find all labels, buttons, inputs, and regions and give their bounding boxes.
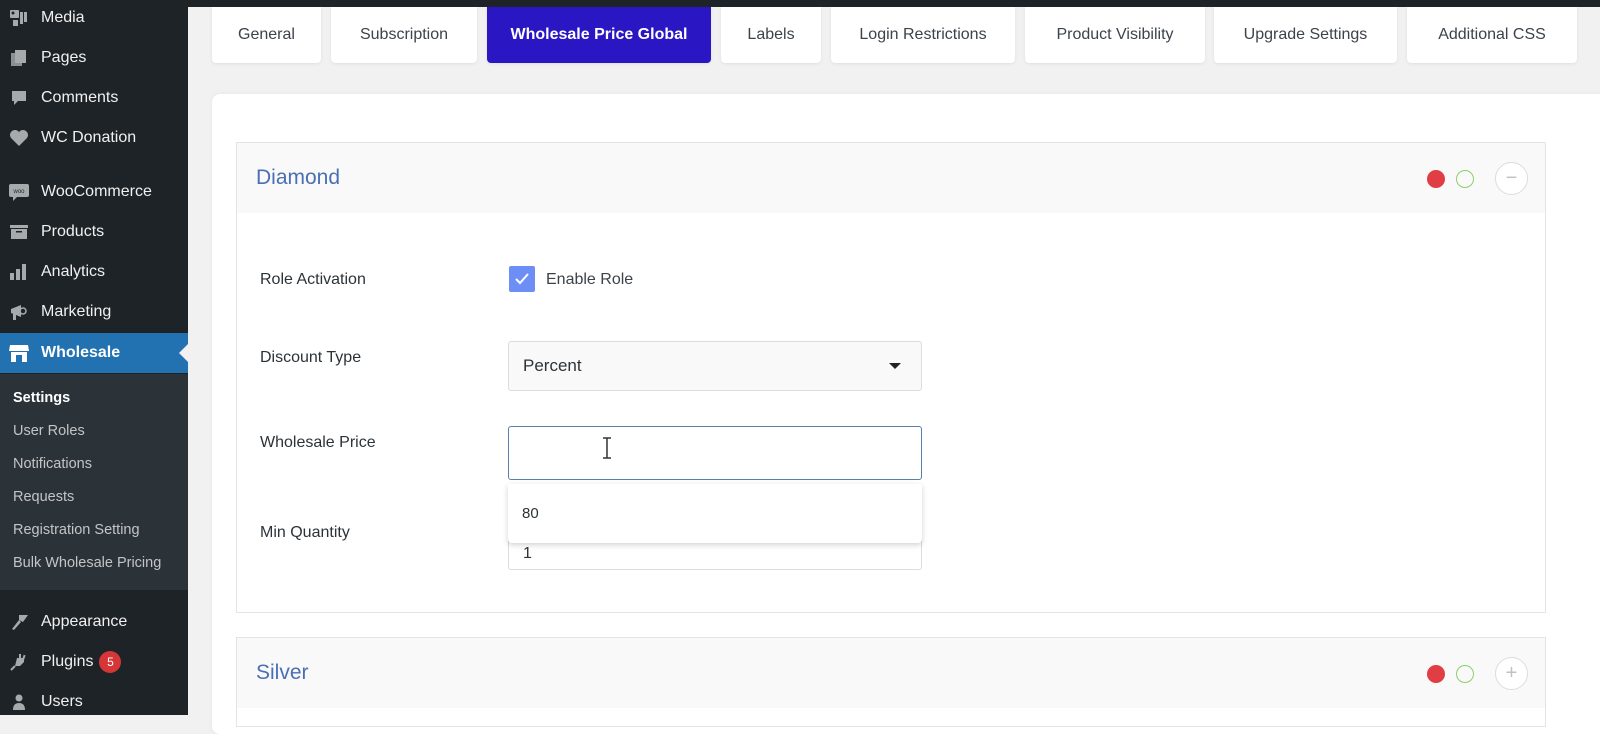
- update-count-badge: 5: [99, 651, 122, 673]
- tab-product-visibility[interactable]: Product Visibility: [1025, 7, 1205, 63]
- wholesale-submenu: Settings User Roles Notifications Reques…: [0, 374, 188, 590]
- submenu-item-bulk-wholesale-pricing[interactable]: Bulk Wholesale Pricing: [13, 555, 161, 571]
- enable-role-label[interactable]: Enable Role: [546, 271, 633, 289]
- plugin-icon: [8, 652, 30, 672]
- sidebar-item-label: Comments: [41, 89, 119, 106]
- media-icon: [8, 8, 30, 28]
- paintbrush-icon: [8, 612, 30, 632]
- sidebar-item-wholesale[interactable]: Wholesale: [0, 333, 188, 373]
- analytics-icon: [8, 262, 30, 282]
- submenu-item-user-roles[interactable]: User Roles: [13, 423, 85, 439]
- status-dot-green[interactable]: [1456, 665, 1474, 683]
- role-title: Silver: [256, 661, 309, 684]
- wholesale-price-input[interactable]: [508, 426, 922, 480]
- tab-labels[interactable]: Labels: [721, 7, 821, 63]
- discount-type-label: Discount Type: [260, 349, 362, 366]
- autocomplete-option[interactable]: 80: [522, 505, 539, 522]
- tab-wholesale-price-global[interactable]: Wholesale Price Global: [487, 7, 711, 63]
- sidebar-item-label: WC Donation: [41, 129, 137, 146]
- submenu-item-registration-setting[interactable]: Registration Setting: [13, 522, 140, 538]
- products-icon: [8, 222, 30, 242]
- sidebar-item-appearance[interactable]: Appearance: [0, 602, 188, 642]
- checkmark-icon: [515, 273, 529, 285]
- admin-sidebar: Media Pages Comments WC Donation woo Woo…: [0, 0, 188, 715]
- wholesale-price-label: Wholesale Price: [260, 434, 376, 451]
- role-header[interactable]: Diamond −: [237, 143, 1545, 213]
- sidebar-item-label: Products: [41, 223, 105, 240]
- collapse-button[interactable]: −: [1495, 162, 1528, 195]
- text-cursor-icon: [603, 437, 611, 459]
- sidebar-item-users[interactable]: Users: [0, 682, 188, 722]
- store-icon: [8, 343, 30, 363]
- submenu-item-settings[interactable]: Settings: [13, 390, 70, 406]
- tab-login-restrictions[interactable]: Login Restrictions: [831, 7, 1015, 63]
- sidebar-item-label: WooCommerce: [41, 183, 152, 200]
- sidebar-item-label: Appearance: [41, 613, 128, 630]
- sidebar-item-label: Marketing: [41, 303, 112, 320]
- role-header[interactable]: Silver +: [237, 638, 1545, 708]
- admin-top-bar: [0, 0, 1600, 7]
- sidebar-item-plugins[interactable]: Plugins 5: [0, 642, 188, 682]
- submenu-item-notifications[interactable]: Notifications: [13, 456, 92, 472]
- sidebar-item-marketing[interactable]: Marketing: [0, 292, 188, 332]
- submenu-item-requests[interactable]: Requests: [13, 489, 74, 505]
- user-icon: [8, 692, 30, 712]
- sidebar-item-wc-donation[interactable]: WC Donation: [0, 118, 188, 158]
- enable-role-checkbox[interactable]: [509, 266, 535, 292]
- sidebar-item-label: Wholesale: [41, 344, 121, 361]
- megaphone-icon: [8, 302, 30, 322]
- tab-additional-css[interactable]: Additional CSS: [1407, 7, 1577, 63]
- sidebar-item-analytics[interactable]: Analytics: [0, 252, 188, 292]
- sidebar-item-label: Plugins: [41, 653, 94, 670]
- sidebar-item-products[interactable]: Products: [0, 212, 188, 252]
- sidebar-item-label: Users: [41, 693, 83, 710]
- sidebar-item-label: Pages: [41, 49, 87, 66]
- active-indicator: [179, 344, 188, 362]
- sidebar-item-comments[interactable]: Comments: [0, 78, 188, 118]
- chevron-down-icon: [889, 363, 901, 369]
- woocommerce-icon: woo: [8, 182, 30, 202]
- expand-button[interactable]: +: [1495, 657, 1528, 690]
- sidebar-item-label: Analytics: [41, 263, 106, 280]
- tab-upgrade-settings[interactable]: Upgrade Settings: [1214, 7, 1397, 63]
- pages-icon: [8, 48, 30, 68]
- tab-subscription[interactable]: Subscription: [331, 7, 477, 63]
- status-dot-green[interactable]: [1456, 170, 1474, 188]
- heart-icon: [8, 128, 30, 148]
- discount-type-select[interactable]: Percent: [508, 341, 922, 391]
- role-panel-silver: Silver +: [236, 637, 1546, 727]
- svg-text:woo: woo: [12, 189, 25, 195]
- comments-icon: [8, 88, 30, 108]
- discount-type-value: Percent: [523, 356, 582, 375]
- status-dot-red[interactable]: [1427, 170, 1445, 188]
- sidebar-item-woocommerce[interactable]: woo WooCommerce: [0, 172, 188, 212]
- sidebar-item-pages[interactable]: Pages: [0, 38, 188, 78]
- autocomplete-dropdown: 80: [508, 484, 922, 543]
- tab-general[interactable]: General: [212, 7, 321, 63]
- status-dot-red[interactable]: [1427, 665, 1445, 683]
- min-quantity-label: Min Quantity: [260, 524, 350, 541]
- role-activation-label: Role Activation: [260, 271, 366, 288]
- role-title: Diamond: [256, 166, 341, 189]
- sidebar-item-label: Media: [41, 9, 85, 26]
